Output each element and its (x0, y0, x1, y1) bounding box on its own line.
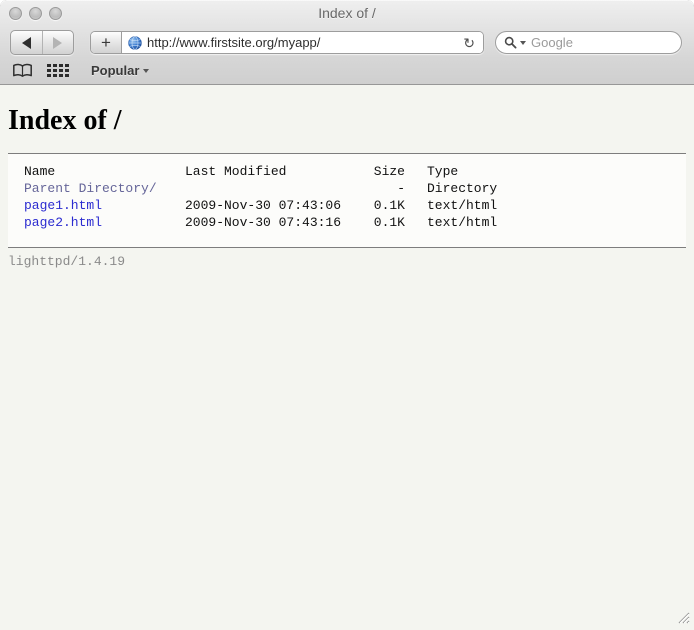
page-content: Index of / Name Last Modified Size Type … (0, 85, 694, 630)
type-cell: Directory (405, 180, 497, 197)
globe-favicon (128, 36, 142, 50)
table-row: page1.html 2009-Nov-30 07:43:06 0.1K tex… (24, 197, 497, 214)
table-row: page2.html 2009-Nov-30 07:43:16 0.1K tex… (24, 214, 497, 231)
search-field[interactable] (495, 31, 682, 54)
size-cell: 0.1K (373, 214, 405, 231)
page2-link[interactable]: page2.html (24, 215, 102, 230)
zoom-button[interactable] (49, 7, 62, 20)
bookmarks-folder-popular[interactable]: Popular (91, 63, 149, 78)
column-header-modified: Last Modified (185, 163, 373, 180)
page-title: Index of / (8, 105, 686, 137)
browser-window: Index of / + (0, 0, 694, 630)
parent-directory-link[interactable]: Parent Directory/ (24, 181, 157, 196)
window-title: Index of / (0, 0, 694, 27)
back-icon (22, 37, 31, 49)
column-header-type: Type (405, 163, 497, 180)
grid-icon (47, 63, 69, 78)
popular-caret-icon (143, 69, 149, 73)
search-icon (504, 36, 517, 49)
address-field[interactable]: ↻ (122, 32, 483, 53)
nav-button-group (10, 30, 74, 55)
page1-link[interactable]: page1.html (24, 198, 102, 213)
column-header-size: Size (373, 163, 405, 180)
url-input[interactable] (147, 35, 456, 50)
forward-button[interactable] (42, 31, 74, 54)
plus-icon: + (101, 33, 111, 53)
search-input[interactable] (529, 34, 673, 51)
minimize-button[interactable] (29, 7, 42, 20)
table-row: Parent Directory/ - Directory (24, 180, 497, 197)
bookmarks-bar: Popular (0, 58, 694, 83)
modified-cell (185, 180, 373, 197)
reload-icon[interactable]: ↻ (461, 36, 477, 50)
modified-cell: 2009-Nov-30 07:43:06 (185, 197, 373, 214)
type-cell: text/html (405, 197, 497, 214)
resize-grip[interactable] (674, 608, 690, 624)
directory-listing-box: Name Last Modified Size Type Parent Dire… (8, 153, 686, 248)
close-button[interactable] (9, 7, 22, 20)
back-button[interactable] (11, 31, 42, 54)
window-chrome: Index of / + (0, 0, 694, 85)
table-header-row: Name Last Modified Size Type (24, 163, 497, 180)
show-all-bookmarks-button[interactable] (12, 63, 33, 78)
type-cell: text/html (405, 214, 497, 231)
toolbar: + (0, 27, 694, 58)
add-bookmark-button[interactable]: + (91, 32, 122, 53)
modified-cell: 2009-Nov-30 07:43:16 (185, 214, 373, 231)
popular-label: Popular (91, 63, 139, 78)
open-book-icon (12, 63, 33, 78)
window-controls (9, 7, 62, 20)
top-sites-button[interactable] (47, 63, 69, 78)
size-cell: 0.1K (373, 197, 405, 214)
server-signature: lighttpd/1.4.19 (8, 254, 686, 269)
directory-table: Name Last Modified Size Type Parent Dire… (24, 163, 497, 231)
search-options-caret-icon[interactable] (520, 41, 526, 45)
size-cell: - (373, 180, 405, 197)
column-header-name: Name (24, 163, 185, 180)
address-bar-group: + (90, 31, 484, 54)
forward-icon (53, 37, 62, 49)
title-bar[interactable]: Index of / (0, 0, 694, 27)
